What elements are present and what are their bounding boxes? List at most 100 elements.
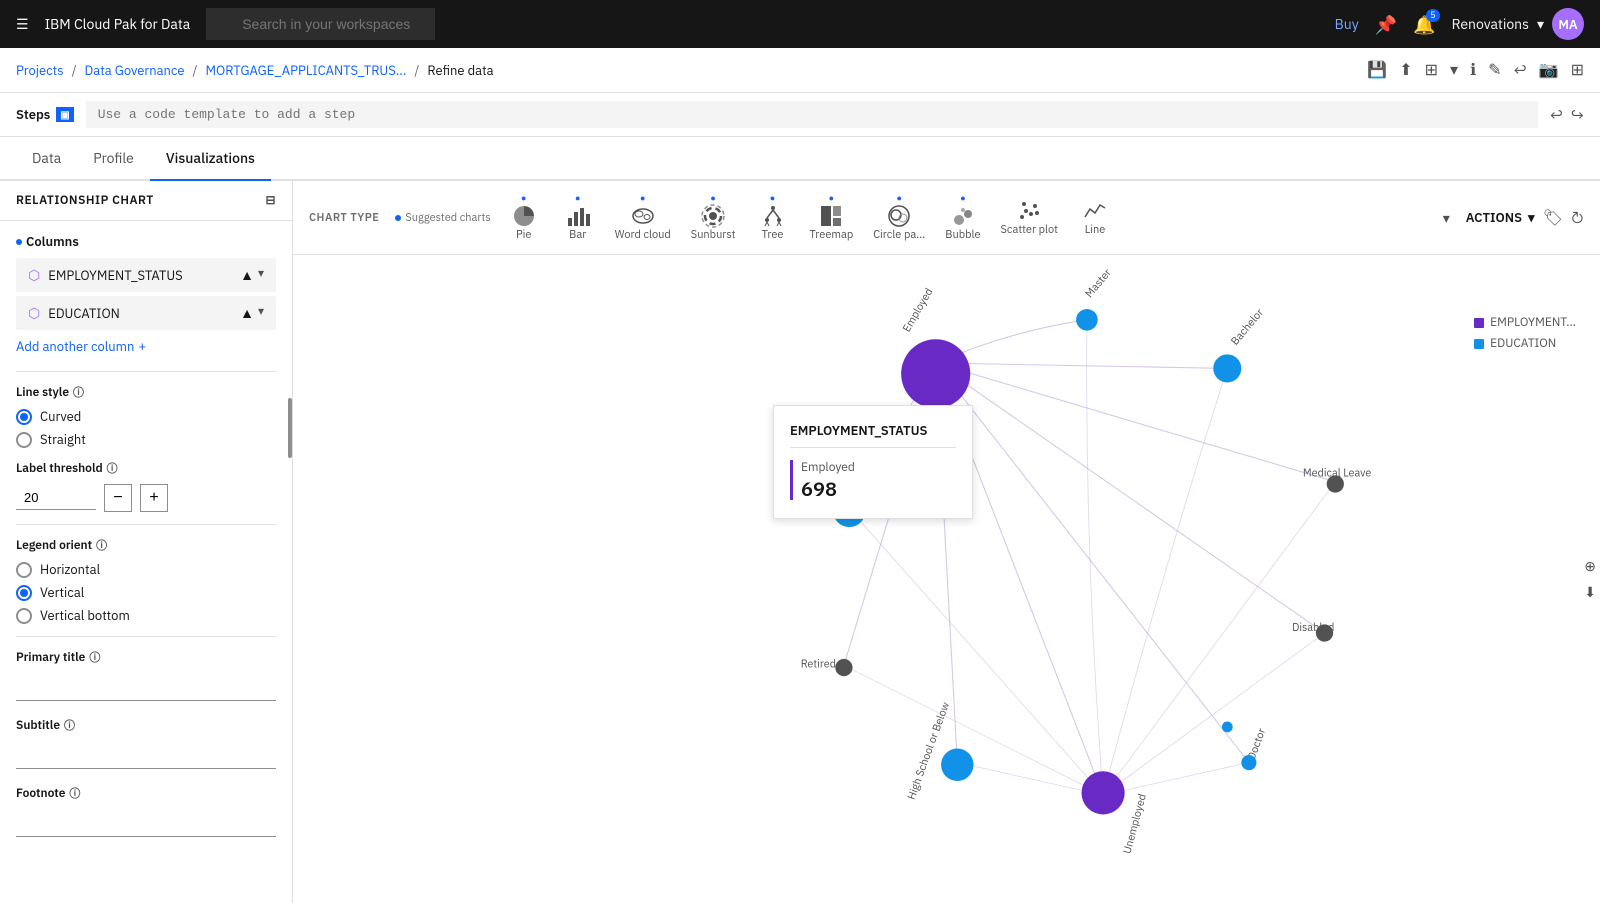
tab-profile[interactable]: Profile <box>77 137 150 181</box>
chart-type-bubble[interactable]: ● Bubble <box>937 189 988 246</box>
footnote-input[interactable] <box>16 809 276 837</box>
radio-straight[interactable]: Straight <box>16 431 276 448</box>
breadcrumb-governance[interactable]: Data Governance <box>85 62 185 79</box>
chart-type-bar[interactable]: ● Bar <box>553 189 603 246</box>
breadcrumb-actions: 💾 ⬆ ⊞ ▾ ℹ ✎ ↩ 📷 ⊞ <box>1367 60 1584 80</box>
column-up-icon[interactable]: ▲ <box>240 266 254 284</box>
relationship-chart-svg: Employed Master Bachelor College Medical… <box>293 255 1600 903</box>
decrement-button[interactable]: − <box>104 484 132 512</box>
chart-types-expand-icon[interactable]: ▾ <box>1443 209 1450 227</box>
chart-type-line[interactable]: Line <box>1070 195 1120 241</box>
node-doctor[interactable] <box>1241 755 1256 770</box>
radio-curved[interactable]: Curved <box>16 408 276 425</box>
subtitle-input[interactable] <box>16 741 276 769</box>
legend-orient-info-icon[interactable]: ⓘ <box>96 537 107 553</box>
column-item-employment[interactable]: ⬡ EMPLOYMENT_STATUS ▲ ▾ <box>16 258 276 292</box>
collapse-icon[interactable]: ⊟ <box>265 193 276 208</box>
increment-button[interactable]: + <box>140 484 168 512</box>
chart-types-list: ● Pie ● Bar <box>499 189 1120 246</box>
radio-horizontal[interactable]: Horizontal <box>16 561 276 578</box>
node-high-school[interactable] <box>941 749 973 781</box>
user-section[interactable]: Renovations ▾ MA <box>1452 8 1584 40</box>
save-icon[interactable]: 💾 <box>1367 60 1387 80</box>
steps-code-input[interactable] <box>86 101 1538 128</box>
node-unemployed[interactable] <box>1082 771 1125 814</box>
straight-radio-button[interactable] <box>16 432 32 448</box>
refresh-icon[interactable]: ↻ <box>1571 208 1584 228</box>
hamburger-icon[interactable]: ☰ <box>16 15 29 33</box>
column-up-icon-2[interactable]: ▲ <box>240 304 254 322</box>
vertical-bottom-radio-button[interactable] <box>16 608 32 624</box>
chart-area: CHART TYPE Suggested charts ● Pie ● <box>293 181 1600 903</box>
curved-radio-button[interactable] <box>16 409 32 425</box>
undo-step-icon[interactable]: ↩ <box>1550 105 1563 125</box>
line-label: Line <box>1085 223 1106 237</box>
camera-icon[interactable]: 📷 <box>1539 60 1559 80</box>
vertical-radio-button[interactable] <box>16 585 32 601</box>
breadcrumb-sep-3: / <box>414 62 419 79</box>
word-cloud-label: Word cloud <box>615 228 671 242</box>
chart-type-tree[interactable]: ● Tree <box>748 189 798 246</box>
actions-button[interactable]: ACTIONS ▾ <box>1466 209 1535 226</box>
horizontal-radio-button[interactable] <box>16 562 32 578</box>
tab-data[interactable]: Data <box>16 137 77 181</box>
table-icon[interactable]: ⊞ <box>1425 60 1438 80</box>
export-icon[interactable]: ⬆ <box>1399 60 1412 80</box>
column-expand-icon-2[interactable]: ▾ <box>258 304 264 322</box>
add-column-icon: + <box>138 338 146 355</box>
node-extra[interactable] <box>1222 722 1233 733</box>
info-icon[interactable]: ℹ <box>1470 60 1476 80</box>
chart-type-scatter[interactable]: Scatter plot <box>993 195 1066 241</box>
download-icon[interactable]: ⬇ <box>1584 583 1596 601</box>
tag-icon[interactable]: 🏷 <box>1543 208 1563 228</box>
sunburst-icon <box>701 204 725 228</box>
node-disabled[interactable] <box>1316 624 1333 641</box>
node-master[interactable] <box>1076 309 1098 331</box>
legend-dot-education <box>1474 339 1484 349</box>
column-expand-icon[interactable]: ▾ <box>258 266 264 284</box>
svg-text:High School or Below: High School or Below <box>904 700 952 801</box>
label-threshold-label: Label threshold ⓘ <box>16 460 276 476</box>
chart-type-word-cloud[interactable]: ● Word cloud <box>607 189 679 246</box>
node-employed[interactable] <box>901 339 970 408</box>
redo-step-icon[interactable]: ↪ <box>1571 105 1584 125</box>
footnote-section-label: Footnote ⓘ <box>16 785 276 801</box>
svg-text:Master: Master <box>1082 266 1114 301</box>
node-medical-leave[interactable] <box>1327 475 1344 492</box>
app-logo: IBM Cloud Pak for Data <box>45 15 191 33</box>
breadcrumb-mortgage[interactable]: MORTGAGE_APPLICANTS_TRUS... <box>206 62 407 79</box>
radio-vertical-bottom[interactable]: Vertical bottom <box>16 607 276 624</box>
footnote-info-icon[interactable]: ⓘ <box>69 785 80 801</box>
chart-canvas: Employed Master Bachelor College Medical… <box>293 255 1600 903</box>
tab-visualizations[interactable]: Visualizations <box>150 137 271 181</box>
node-retired[interactable] <box>835 659 852 676</box>
chart-toolbar: CHART TYPE Suggested charts ● Pie ● <box>293 181 1600 255</box>
suggested-dot <box>395 215 401 221</box>
subtitle-info-icon[interactable]: ⓘ <box>64 717 75 733</box>
grid-icon[interactable]: ⊞ <box>1571 60 1584 80</box>
chart-type-pie[interactable]: ● Pie <box>499 189 549 246</box>
primary-title-input[interactable] <box>16 673 276 701</box>
label-threshold-info-icon[interactable]: ⓘ <box>107 460 118 476</box>
breadcrumb-projects[interactable]: Projects <box>16 62 64 79</box>
chart-type-sunburst[interactable]: ● Sunburst <box>683 189 744 246</box>
pin-icon[interactable]: 📌 <box>1375 13 1397 36</box>
chart-type-circle-pack[interactable]: ● Circle pa... <box>865 189 933 246</box>
zoom-icon[interactable]: ⊕ <box>1584 557 1596 575</box>
label-threshold-input[interactable] <box>16 486 96 510</box>
undo-icon[interactable]: ↩ <box>1514 60 1527 80</box>
search-input[interactable] <box>206 8 435 40</box>
chart-type-treemap[interactable]: ● Treemap <box>802 189 862 246</box>
workspace-label: Renovations <box>1452 15 1529 33</box>
edit-icon[interactable]: ✎ <box>1488 60 1501 80</box>
line-style-info-icon[interactable]: ⓘ <box>73 384 84 400</box>
primary-title-info-icon[interactable]: ⓘ <box>89 649 100 665</box>
scrollbar-thumb[interactable] <box>288 398 292 458</box>
buy-link[interactable]: Buy <box>1335 15 1359 33</box>
column-item-education[interactable]: ⬡ EDUCATION ▲ ▾ <box>16 296 276 330</box>
chevron-icon[interactable]: ▾ <box>1450 60 1458 80</box>
add-column-button[interactable]: Add another column + <box>16 338 276 355</box>
radio-vertical[interactable]: Vertical <box>16 584 276 601</box>
notification-icon[interactable]: 🔔 5 <box>1413 13 1435 36</box>
node-bachelor[interactable] <box>1213 354 1241 382</box>
